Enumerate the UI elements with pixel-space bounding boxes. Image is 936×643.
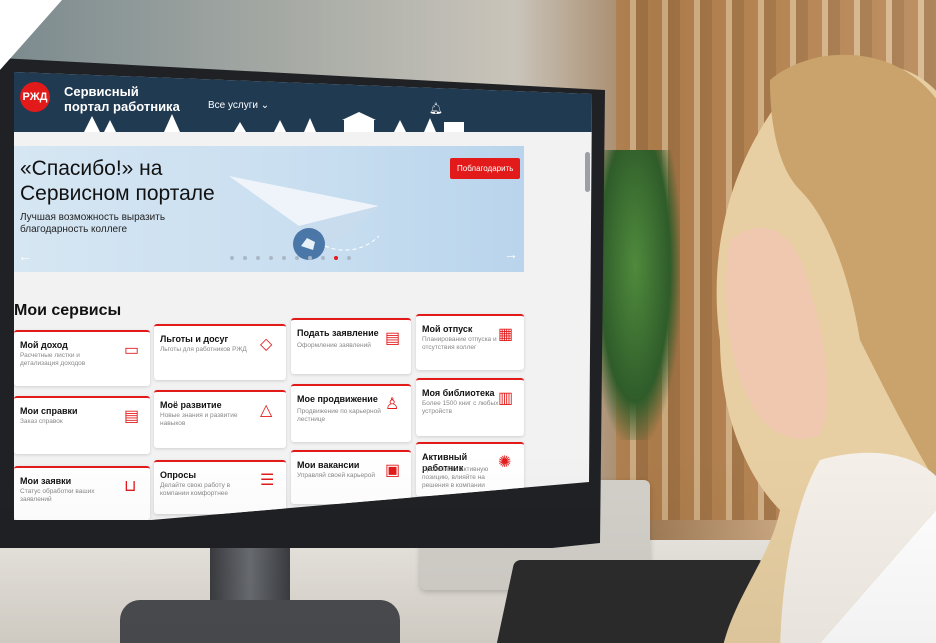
service-card-title: Моё развитие: [160, 400, 222, 410]
calendar-icon: ▦: [498, 326, 514, 343]
carousel-dot[interactable]: [308, 256, 312, 260]
service-card-title: Мое продвижение: [297, 394, 378, 404]
service-card-description: Статус обработки ваших заявлений: [20, 488, 95, 503]
books-icon: ▥: [498, 390, 514, 407]
service-card[interactable]: Мои вакансии Управляй своей карьерой ▣: [291, 450, 411, 504]
brand-line-1: Сервисный: [64, 84, 139, 99]
carousel-dot[interactable]: [295, 256, 299, 260]
checklist-icon: ☰: [260, 472, 275, 489]
service-card[interactable]: Моя библиотека Более 1500 книг с любых ус…: [416, 378, 524, 436]
carousel-dot[interactable]: [243, 256, 247, 260]
document-icon: ▤: [385, 330, 401, 347]
carousel-dot[interactable]: [321, 256, 325, 260]
notification-bell-icon[interactable]: 🔔︎: [429, 102, 443, 115]
service-card-title: Мои заявки: [20, 476, 72, 486]
woman-figure: [716, 54, 936, 643]
paper-plane-illustration: [229, 176, 379, 260]
carousel-dot[interactable]: [334, 256, 338, 260]
service-card-description: Льготы для работников РЖД: [160, 346, 247, 353]
thank-button[interactable]: Поблагодарить: [450, 158, 521, 179]
file-icon: ▤: [124, 408, 140, 425]
service-card-title: Мой отпуск: [422, 324, 473, 334]
service-card-description: Расчетные листки и детализация доходов: [20, 352, 86, 367]
service-card[interactable]: Мой доход Расчетные листки и детализация …: [14, 330, 150, 386]
monitor-screen: РЖД Сервисный портал работника Все услуг…: [14, 72, 592, 520]
carousel-dot[interactable]: [347, 256, 351, 260]
banner-subtitle: Лучшая возможность выразить благодарност…: [20, 212, 166, 235]
photo-scene: РЖД Сервисный портал работника Все услуг…: [0, 0, 936, 643]
service-card-title: Опросы: [160, 470, 197, 480]
tag-icon: ◇: [260, 336, 273, 353]
service-card-description: Продвижение по карьерной лестнице: [297, 408, 381, 423]
service-card[interactable]: Льготы и досуг Льготы для работников РЖД ◇: [154, 324, 286, 380]
carousel-dot[interactable]: [269, 256, 273, 260]
scrollbar[interactable]: [585, 152, 590, 192]
banner-title: «Спасибо!» на Сервисном портале: [20, 156, 260, 206]
banner-title-line-2: Сервисном портале: [20, 182, 215, 205]
carousel-dots: [230, 256, 351, 260]
service-card[interactable]: Моё развитие Новые знания и развитие навы…: [154, 390, 286, 448]
rzd-logo[interactable]: РЖД: [20, 82, 50, 112]
arrow-left-icon[interactable]: ←: [18, 248, 32, 264]
service-card[interactable]: Мое продвижение Продвижение по карьерной …: [291, 384, 411, 442]
inbox-icon: ⊔: [124, 478, 137, 495]
wallet-icon: ▭: [124, 342, 140, 359]
career-ladder-icon: ♙: [385, 396, 400, 413]
arrow-right-icon[interactable]: →: [504, 246, 518, 262]
briefcase-icon: ▣: [385, 462, 401, 479]
office-photo: РЖД Сервисный портал работника Все услуг…: [0, 0, 936, 643]
graduation-cap-icon: △: [260, 402, 273, 419]
service-card[interactable]: Мои справки Заказ справок ▤: [14, 396, 150, 454]
services-section-title: Мои сервисы: [14, 302, 122, 319]
service-card[interactable]: Опросы Делайте свою работу в компании ком…: [154, 460, 286, 514]
lightbulb-icon: ✺: [498, 454, 512, 471]
carousel-dot[interactable]: [282, 256, 286, 260]
service-card[interactable]: Мои заявки Статус обработки ваших заявлен…: [14, 466, 150, 520]
service-card-title: Мои справки: [20, 406, 78, 416]
service-card-title: Мои вакансии: [297, 460, 360, 470]
service-card-title: Мой доход: [20, 340, 68, 350]
service-card-description: Новые знания и развитие навыков: [160, 412, 238, 427]
service-card-title: Льготы и досуг: [160, 334, 229, 344]
service-card-title: Моя библиотека: [422, 388, 495, 398]
carousel-dot[interactable]: [256, 256, 260, 260]
service-card[interactable]: Мой отпуск Планирование отпуска и отсутст…: [416, 314, 524, 370]
promo-banner: «Спасибо!» на Сервисном портале Лучшая в…: [14, 146, 524, 272]
service-card-description: Заказ справок: [20, 418, 63, 425]
service-card-description: Делайте свою работу в компании комфортне…: [160, 482, 231, 497]
service-card-description: Управляй своей карьерой: [297, 472, 376, 479]
carousel-dot[interactable]: [230, 256, 234, 260]
monitor-stand-base: [120, 600, 400, 643]
service-card[interactable]: Активный работник Проявляйте активную поз…: [416, 442, 524, 496]
service-card-description: Оформление заявлений: [297, 342, 371, 349]
service-card-title: Подать заявление: [297, 328, 379, 338]
service-card[interactable]: Подать заявление Оформление заявлений ▤: [291, 318, 411, 374]
banner-title-line-1: «Спасибо!» на: [20, 157, 163, 180]
